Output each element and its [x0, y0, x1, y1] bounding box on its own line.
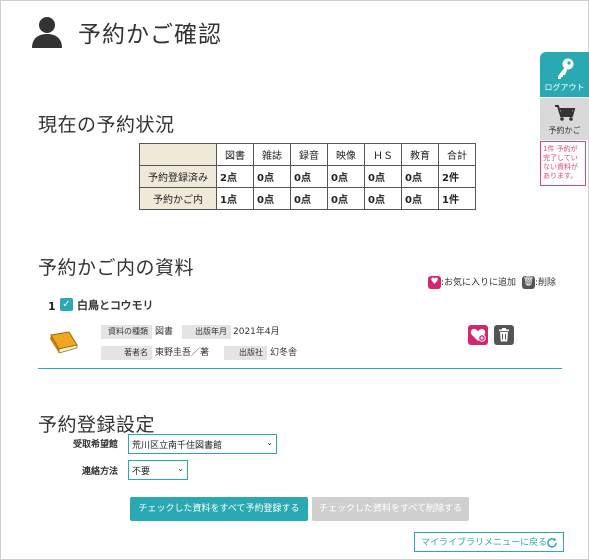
book-icon — [50, 331, 78, 354]
refresh-icon — [547, 537, 557, 548]
table-row: 予約かご内 1点 0点 0点 0点 0点 0点 1件 — [139, 187, 476, 210]
cell: 1点 — [216, 187, 254, 210]
cell: 2件 — [438, 165, 476, 188]
col-header: 雑誌 — [253, 143, 291, 166]
col-header: 合計 — [438, 143, 476, 166]
cell: 2点 — [216, 165, 254, 188]
action-legend: ♥:お気に入りに追加 🗑:削除 — [428, 275, 556, 289]
item-title-link[interactable]: 白鳥とコウモリ — [77, 297, 154, 313]
logout-tab[interactable]: ログアウト — [540, 52, 589, 97]
legend-del: :削除 — [534, 278, 556, 288]
delete-all-button[interactable]: チェックした資料をすべて削除する — [312, 497, 469, 521]
status-section-title: 現在の予約状況 — [38, 114, 175, 136]
cell: 1件 — [438, 187, 476, 210]
row-header: 予約登録済み — [139, 165, 217, 188]
register-all-button[interactable]: チェックした資料をすべて予約登録する — [130, 497, 308, 521]
contact-value: 不要 — [132, 467, 151, 477]
cell: 0点 — [401, 165, 439, 188]
year-label: 出版年月 — [182, 325, 231, 339]
pickup-select[interactable]: 荒川区立南千住図書館 ⌄ — [128, 434, 277, 454]
cell: 0点 — [290, 165, 328, 188]
back-to-menu-button[interactable]: マイライブラリメニューに戻る — [414, 532, 564, 552]
status-corner — [139, 143, 217, 166]
heart-icon — [470, 328, 486, 342]
row-header: 予約かご内 — [139, 187, 217, 210]
trash-icon — [499, 328, 509, 342]
col-header: ＨＳ — [364, 143, 402, 166]
cell: 0点 — [327, 165, 365, 188]
publisher-label: 出版社 — [224, 346, 267, 360]
chevron-down-icon: ⌄ — [177, 464, 184, 473]
section-divider — [38, 368, 562, 369]
delete-button[interactable] — [494, 325, 514, 345]
page-title: 予約かご確認 — [78, 22, 222, 48]
add-favorite-button[interactable] — [468, 325, 488, 345]
contact-select[interactable]: 不要 ⌄ — [128, 460, 188, 480]
col-header: 録音 — [290, 143, 328, 166]
trash-icon: 🗑 — [521, 276, 535, 289]
type-value: 図書 — [155, 327, 174, 337]
cell: 0点 — [290, 187, 328, 210]
logout-label: ログアウト — [544, 83, 585, 92]
author-label: 著者名 — [101, 346, 152, 360]
key-icon — [558, 58, 574, 79]
cart-label: 予約かご — [548, 126, 581, 135]
type-label: 資料の種類 — [101, 325, 152, 339]
col-header: 図書 — [216, 143, 254, 166]
status-table: 図書 雑誌 録音 映像 ＨＳ 教育 合計 予約登録済み 2点 0点 0点 0点 … — [139, 143, 476, 210]
back-label: マイライブラリメニューに戻る — [421, 538, 548, 548]
cart-notice: 1件 予約が完了していない資料があります。 — [540, 141, 586, 186]
year-value: 2021年4月 — [233, 327, 280, 337]
table-row: 予約登録済み 2点 0点 0点 0点 0点 0点 2件 — [139, 165, 476, 188]
contact-label: 連絡方法 — [82, 467, 119, 477]
cell: 0点 — [401, 187, 439, 210]
pickup-value: 荒川区立南千住図書館 — [132, 441, 223, 451]
pickup-label: 受取希望館 — [73, 440, 119, 450]
publisher-value: 幻冬舎 — [270, 348, 298, 358]
cell: 0点 — [327, 187, 365, 210]
cell: 0点 — [364, 165, 402, 188]
cart-section-title: 予約かご内の資料 — [38, 257, 195, 279]
legend-fav: :お気に入りに追加 — [441, 278, 517, 288]
item-number: 1 — [48, 300, 56, 313]
cell: 0点 — [364, 187, 402, 210]
cart-icon — [555, 105, 576, 121]
cart-tab[interactable]: 予約かご — [540, 98, 589, 140]
settings-section-title: 予約登録設定 — [38, 414, 156, 436]
item-checkbox[interactable]: ✓ — [60, 298, 73, 311]
col-header: 教育 — [401, 143, 439, 166]
cell: 0点 — [253, 165, 291, 188]
user-icon — [32, 17, 62, 48]
status-header-row: 図書 雑誌 録音 映像 ＨＳ 教育 合計 — [139, 143, 476, 166]
col-header: 映像 — [327, 143, 365, 166]
chevron-down-icon: ⌄ — [266, 438, 273, 447]
heart-icon: ♥ — [428, 276, 441, 289]
cell: 0点 — [253, 187, 291, 210]
author-value: 東野圭吾／著 — [155, 348, 210, 358]
